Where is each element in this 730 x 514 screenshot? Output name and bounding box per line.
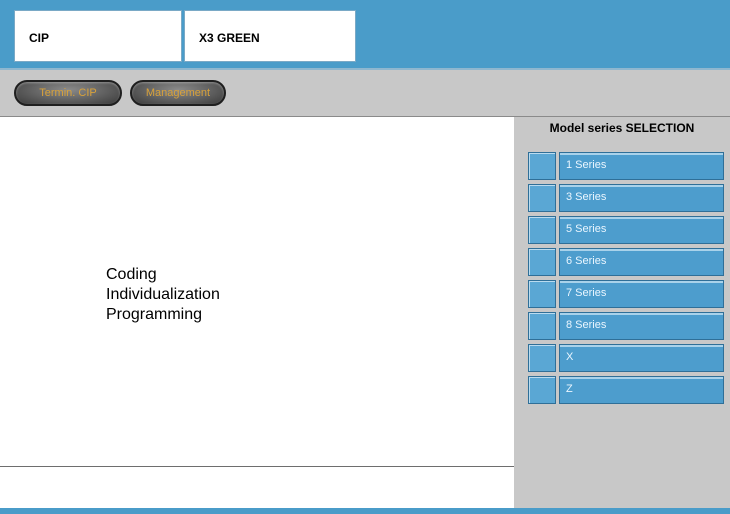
series-item-5[interactable]: 5 Series <box>528 216 724 244</box>
main-panel: Coding Individualization Programming <box>0 117 514 466</box>
termin-cip-button[interactable]: Termin. CIP <box>14 80 122 106</box>
series-item-1[interactable]: 1 Series <box>528 152 724 180</box>
series-select-square[interactable] <box>528 184 556 212</box>
series-select-square[interactable] <box>528 248 556 276</box>
toolbar: Termin. CIP Management <box>0 70 730 117</box>
series-select-square[interactable] <box>528 216 556 244</box>
model-series-panel: Model series SELECTION 1 Series 3 Series… <box>514 117 730 508</box>
programming-label: Programming <box>106 306 203 323</box>
management-button[interactable]: Management <box>130 80 226 106</box>
status-area <box>0 466 514 509</box>
series-item-3[interactable]: 3 Series <box>528 184 724 212</box>
series-item-x[interactable]: X <box>528 344 724 372</box>
series-select-square[interactable] <box>528 280 556 308</box>
series-item-7[interactable]: 7 Series <box>528 280 724 308</box>
series-select-square[interactable] <box>528 376 556 404</box>
function-list: Coding Individualization Programming <box>106 265 220 325</box>
series-label[interactable]: 6 Series <box>559 248 724 276</box>
series-item-8[interactable]: 8 Series <box>528 312 724 340</box>
series-label[interactable]: 1 Series <box>559 152 724 180</box>
series-label[interactable]: 5 Series <box>559 216 724 244</box>
series-select-square[interactable] <box>528 152 556 180</box>
cip-field: CIP <box>14 10 182 62</box>
series-label[interactable]: X <box>559 344 724 372</box>
series-item-z[interactable]: Z <box>528 376 724 404</box>
header-bar: CIP X3 GREEN <box>0 0 730 70</box>
model-series-title: Model series SELECTION <box>549 121 695 135</box>
bottom-border <box>0 508 730 514</box>
series-label[interactable]: 7 Series <box>559 280 724 308</box>
individualization-label: Individualization <box>106 286 220 303</box>
series-label[interactable]: 8 Series <box>559 312 724 340</box>
vehicle-field: X3 GREEN <box>184 10 356 62</box>
series-item-6[interactable]: 6 Series <box>528 248 724 276</box>
series-label[interactable]: 3 Series <box>559 184 724 212</box>
series-select-square[interactable] <box>528 344 556 372</box>
coding-label: Coding <box>106 266 157 283</box>
series-select-square[interactable] <box>528 312 556 340</box>
series-label[interactable]: Z <box>559 376 724 404</box>
